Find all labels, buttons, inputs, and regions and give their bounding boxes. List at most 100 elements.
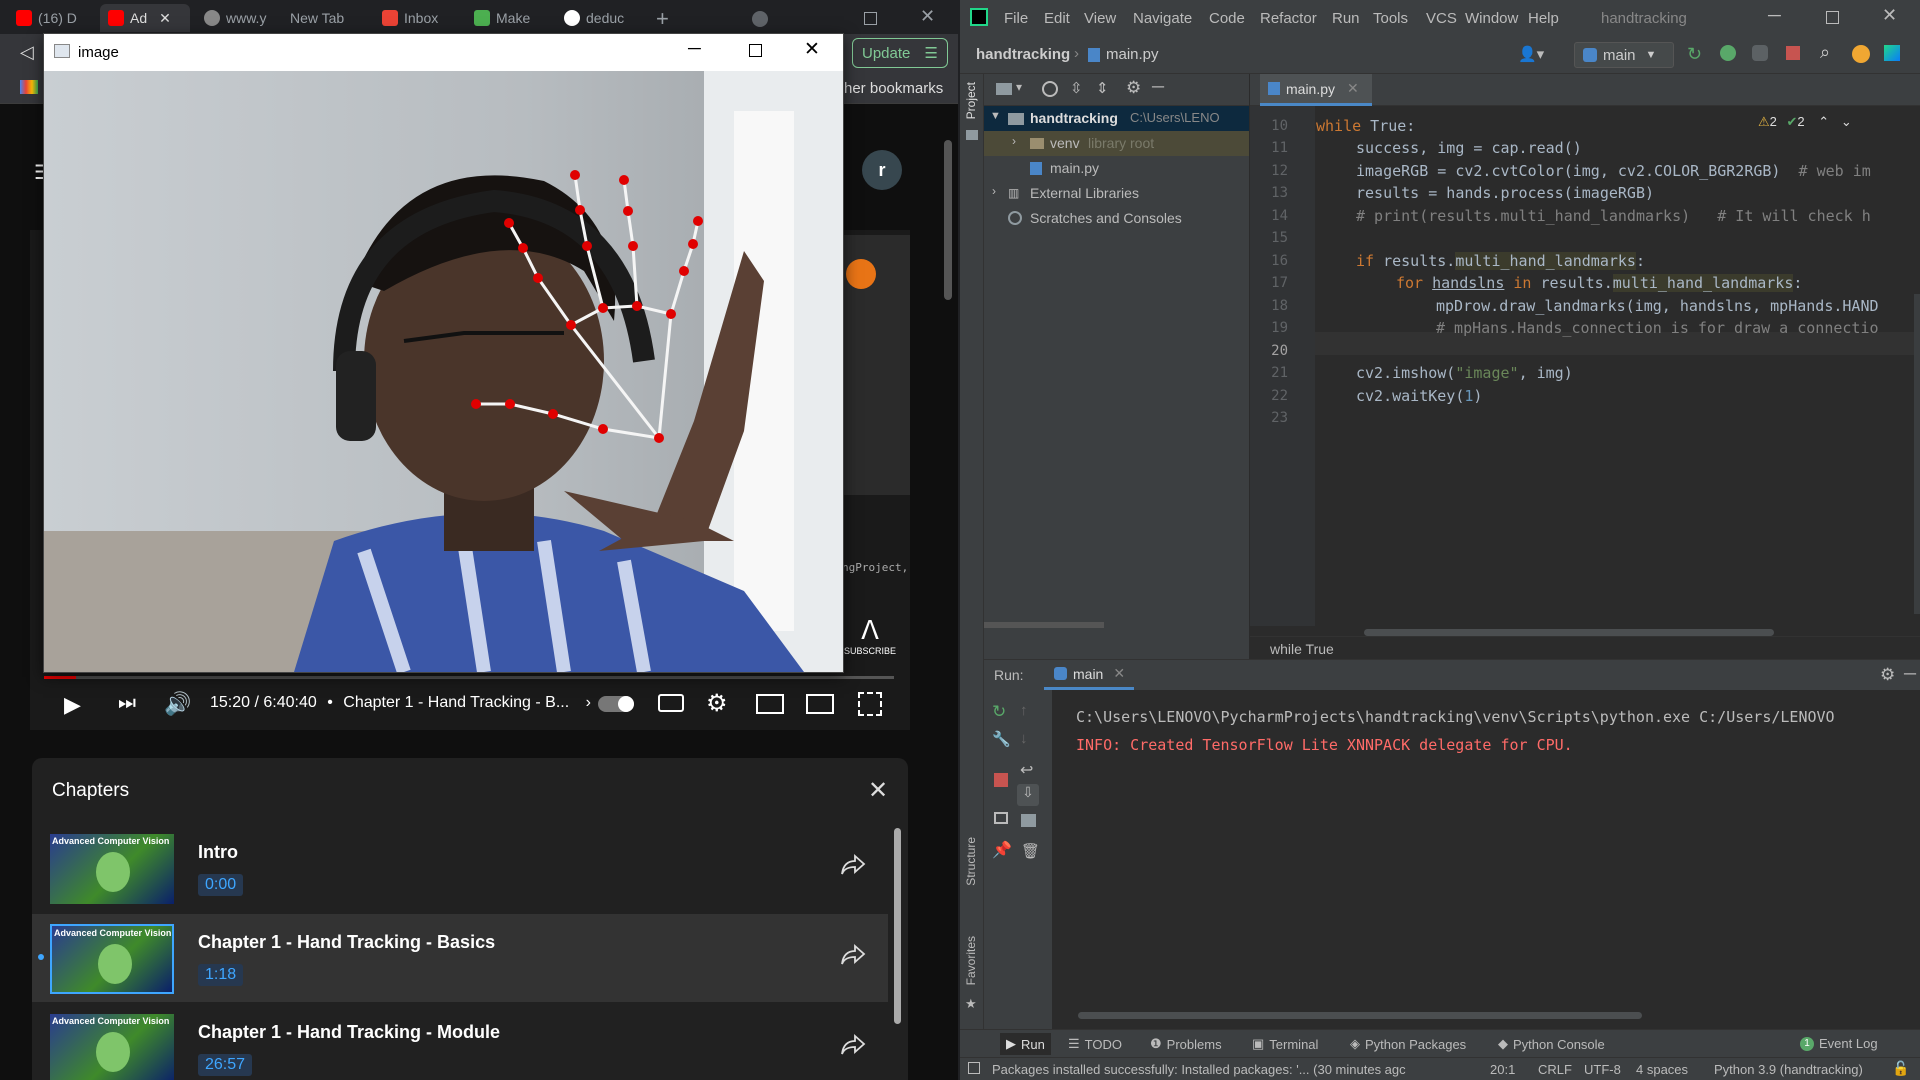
dropdown-icon[interactable]: ▾ — [1016, 80, 1022, 94]
menu-view[interactable]: View — [1084, 10, 1116, 27]
bottom-tab-run[interactable]: ▶ Run — [1000, 1033, 1051, 1055]
tree-item-external-libraries[interactable]: › ▥ External Libraries — [984, 181, 1249, 206]
stop-icon[interactable] — [1786, 46, 1800, 60]
menu-navigate[interactable]: Navigate — [1133, 10, 1192, 27]
coverage-icon[interactable] — [1752, 45, 1768, 61]
volume-icon[interactable]: 🔊 — [164, 691, 191, 717]
layout-toggle-icon[interactable] — [968, 1062, 980, 1074]
share-icon[interactable] — [840, 1034, 866, 1056]
trash-icon[interactable]: 🗑 — [1021, 842, 1040, 860]
close-icon[interactable]: ✕ — [1882, 5, 1897, 26]
run-config-select[interactable]: main ▼ — [1574, 42, 1674, 68]
search-icon[interactable]: ⌕ — [1820, 42, 1830, 63]
minimize-icon[interactable]: ─ — [1768, 5, 1781, 26]
star-icon[interactable]: ★ — [965, 996, 977, 1012]
tab-www[interactable]: www.y — [196, 4, 278, 32]
image-window-titlebar[interactable]: image ─ ✕ — [44, 34, 843, 71]
chapter-item[interactable]: Advanced Computer Vision Chapter 1 - Han… — [32, 1004, 888, 1080]
tree-item-root[interactable]: ▼ handtracking C:\Users\LENO — [984, 106, 1249, 131]
rerun-icon[interactable]: ↻ — [992, 702, 1006, 722]
play-icon[interactable]: ▶ — [64, 692, 81, 718]
favorites-tool-tab[interactable]: Favorites — [964, 936, 978, 985]
tab-new[interactable]: New Tab — [282, 4, 364, 32]
tree-item-main[interactable]: main.py — [984, 156, 1249, 181]
arrow-up-icon[interactable]: ↑ — [1020, 702, 1028, 719]
menu-run[interactable]: Run — [1332, 10, 1360, 27]
avatar[interactable]: r — [862, 150, 902, 190]
tree-item-scratches[interactable]: Scratches and Consoles — [984, 206, 1249, 231]
autoplay-toggle[interactable] — [598, 696, 634, 712]
code-breadcrumb[interactable]: while True — [1270, 641, 1334, 657]
locate-icon[interactable] — [1042, 81, 1058, 97]
python-interpreter[interactable]: Python 3.9 (handtracking) — [1714, 1062, 1863, 1077]
menu-vcs[interactable]: VCS — [1426, 10, 1457, 27]
fullscreen-icon[interactable] — [858, 692, 882, 716]
close-chapters-icon[interactable]: ✕ — [868, 776, 888, 805]
next-icon[interactable]: ⏭ — [118, 692, 136, 715]
chapter-timestamp[interactable]: 26:57 — [198, 1054, 253, 1076]
code-editor[interactable]: main.py ✕ ⚠2 ✔2 ⌃ ⌄ 10 11 12 13 14 15 16… — [1250, 74, 1920, 659]
gear-icon[interactable]: ⚙ — [1880, 665, 1895, 685]
share-icon[interactable] — [840, 944, 866, 966]
line-separator[interactable]: CRLF — [1538, 1062, 1572, 1077]
bottom-tab-todo[interactable]: ☰ TODO — [1068, 1036, 1122, 1052]
structure-tool-tab[interactable]: Structure — [964, 837, 978, 886]
gear-icon[interactable]: ⚙ — [1126, 78, 1141, 98]
chevron-up-icon[interactable]: ⌃ — [1818, 114, 1829, 129]
menu-refactor[interactable]: Refactor — [1260, 10, 1317, 27]
indent-setting[interactable]: 4 spaces — [1636, 1062, 1688, 1077]
chevron-right-icon[interactable]: › — [1012, 134, 1016, 148]
chevron-right-icon[interactable]: › — [586, 694, 591, 711]
settings-gear-icon[interactable]: ⚙ — [706, 689, 728, 718]
close-icon[interactable]: ✕ — [159, 10, 171, 27]
other-bookmarks[interactable]: her bookmarks — [844, 80, 943, 97]
bottom-tab-problems[interactable]: ❶ Problems — [1150, 1036, 1222, 1052]
debug-icon[interactable] — [1720, 45, 1736, 61]
run-tab-main[interactable]: main ✕ — [1044, 660, 1134, 690]
chapters-scrollbar[interactable] — [894, 828, 901, 1024]
tab-main-py[interactable]: main.py ✕ — [1260, 74, 1372, 106]
maximize-icon[interactable] — [1826, 11, 1839, 24]
project-view-icon[interactable] — [996, 83, 1012, 95]
editor-vscrollbar[interactable] — [1914, 294, 1920, 614]
chapter-title[interactable]: Chapter 1 - Hand Tracking - B... — [343, 694, 569, 711]
expand-all-icon[interactable]: ⇳ — [1070, 79, 1083, 97]
tab-deduc[interactable]: deduc — [556, 4, 642, 32]
back-icon[interactable]: ◁ — [20, 42, 34, 63]
lock-icon[interactable]: 🔓 — [1892, 1060, 1909, 1077]
close-window-icon[interactable]: ✕ — [920, 6, 935, 27]
menu-file[interactable]: File — [1004, 10, 1028, 27]
maximize-icon[interactable] — [864, 12, 877, 25]
file-encoding[interactable]: UTF-8 — [1584, 1062, 1621, 1077]
layout-icon[interactable] — [994, 812, 1008, 824]
bottom-tab-python-packages[interactable]: ◈ Python Packages — [1350, 1036, 1466, 1052]
minimize-icon[interactable]: ─ — [688, 38, 701, 59]
share-icon[interactable] — [840, 854, 866, 876]
soft-wrap-icon[interactable]: ↩ — [1020, 760, 1033, 780]
bottom-tab-python-console[interactable]: ◆ Python Console — [1498, 1036, 1605, 1052]
print-icon[interactable] — [1021, 814, 1036, 827]
event-log[interactable]: 1 Event Log — [1800, 1036, 1878, 1051]
menu-edit[interactable]: Edit — [1044, 10, 1070, 27]
chapter-timestamp[interactable]: 0:00 — [198, 874, 244, 896]
editor-hscrollbar[interactable] — [1364, 629, 1774, 636]
tab-inbox[interactable]: Inbox — [374, 4, 454, 32]
menu-code[interactable]: Code — [1209, 10, 1245, 27]
theater-mode-icon[interactable] — [806, 694, 834, 714]
update-icon[interactable] — [1852, 45, 1870, 63]
project-hscrollbar[interactable] — [984, 622, 1104, 628]
subscribe-watermark[interactable]: ᐱ SUBSCRIBE — [844, 615, 896, 656]
hide-panel-icon[interactable]: ─ — [1152, 77, 1164, 97]
gmail-bookmark-icon[interactable] — [20, 80, 38, 94]
status-message[interactable]: Packages installed successfully: Install… — [992, 1062, 1406, 1077]
progress-bar[interactable] — [44, 676, 894, 679]
arrow-down-icon[interactable]: ↓ — [1020, 730, 1028, 747]
chapter-item[interactable]: Advanced Computer Vision Intro 0:00 — [32, 824, 888, 912]
page-scrollbar[interactable] — [944, 140, 952, 300]
chevron-right-icon[interactable]: › — [992, 184, 996, 198]
miniplayer-icon[interactable] — [756, 694, 784, 714]
breadcrumb-project[interactable]: handtracking — [976, 46, 1070, 63]
chevron-down-icon[interactable]: ▼ — [990, 110, 1001, 122]
hide-panel-icon[interactable]: ─ — [1904, 664, 1916, 684]
pin-icon[interactable]: 📌 — [992, 840, 1012, 860]
